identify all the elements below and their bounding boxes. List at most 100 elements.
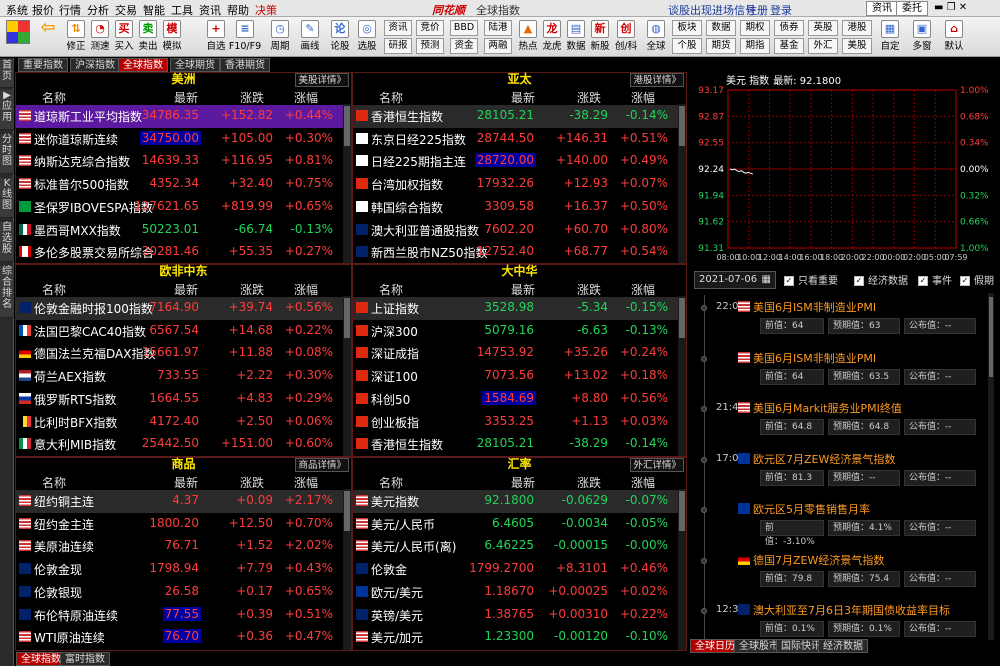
sb-options[interactable]: 期权 — [740, 20, 770, 36]
f10-button[interactable]: ≡ F10/F9 — [229, 18, 261, 56]
quote-row[interactable]: WTI原油连续 76.70 +0.36 +0.47% — [16, 626, 351, 649]
quote-row[interactable]: 美元/人民币 6.4605 -0.0034 -0.05% — [353, 513, 686, 536]
panel-scrollbar[interactable] — [343, 296, 351, 456]
quote-row[interactable]: 多伦多股票交易所综合 20281.46 +55.35 +0.27% — [16, 241, 351, 264]
quote-row[interactable]: 道琼斯工业平均指数 34786.35 +152.82 +0.44% — [16, 105, 351, 128]
quote-row[interactable]: 美元/加元 1.23300 -0.00120 -0.10% — [353, 626, 686, 649]
quote-row[interactable]: 伦敦金融时报100指数 7164.90 +39.74 +0.56% — [16, 297, 351, 320]
order-dropdown[interactable]: 委托 — [896, 1, 928, 16]
quote-row[interactable]: 创业板指 3353.25 +1.13 +0.03% — [353, 411, 686, 434]
signal-notice-link[interactable]: 谈股出现进场信号 — [668, 2, 756, 18]
quote-row[interactable]: 俄罗斯RTS指数 1664.55 +4.83 +0.29% — [16, 388, 351, 411]
quote-row[interactable]: 标准普尔500指数 4352.34 +32.40 +0.75% — [16, 173, 351, 196]
quote-row[interactable]: 美元/人民币(离) 6.46225 -0.00015 -0.00% — [353, 535, 686, 558]
sb-us-stocks[interactable]: 美股 — [842, 38, 872, 54]
simulate-button[interactable]: 模模拟 — [160, 18, 184, 56]
calendar-event[interactable]: 22:00 美国6月ISM非制造业PMI 前值：64 预期值：63 公布值：-- — [696, 299, 994, 343]
panel-scrollbar[interactable] — [343, 104, 351, 263]
window-controls[interactable]: ▬ ❐ ✕ — [934, 2, 967, 13]
quote-row[interactable]: 墨西哥MXX指数 50223.01 -66.74 -0.13% — [16, 219, 351, 242]
sb-funds[interactable]: 基金 — [774, 38, 804, 54]
quote-row[interactable]: 荷兰AEX指数 733.55 +2.22 +0.30% — [16, 365, 351, 388]
quote-row[interactable]: 比利时BFX指数 4172.40 +2.50 +0.06% — [16, 411, 351, 434]
menu-decision[interactable]: 决策 — [255, 2, 277, 18]
quote-row[interactable]: 东京日经225指数 28744.50 +146.31 +0.51% — [353, 128, 686, 151]
tab-global-index[interactable]: 全球指数 — [118, 58, 168, 72]
vtab-apps[interactable]: ▶ 应用 — [0, 90, 14, 130]
usd-index-chart[interactable]: 93.17 1.00% 92.87 0.68% 92.55 0.34% 92.24 0.00%… — [690, 72, 994, 264]
calendar-event[interactable]: 美国6月ISM非制造业PMI 前值：64 预期值：63.5 公布值：-- — [696, 350, 994, 394]
quote-row[interactable]: 香港恒生指数 28105.21 -38.29 -0.14% — [353, 105, 686, 128]
login-link[interactable]: 登录 — [770, 2, 792, 18]
quote-row[interactable]: 新西兰股市NZ50指数 12752.40 +68.77 +0.54% — [353, 241, 686, 264]
date-picker[interactable]: 2021-07-06 ▦ — [694, 271, 776, 289]
menu-analysis[interactable]: 分析 — [87, 2, 109, 18]
quote-row[interactable]: 澳大利亚普通股指数 7602.20 +60.70 +0.80% — [353, 219, 686, 242]
sb-bbd[interactable]: BBD — [450, 20, 478, 36]
sb-hk-connect[interactable]: 陆港 — [484, 20, 512, 36]
tab-global-futures[interactable]: 全球期货 — [170, 58, 220, 72]
quote-row[interactable]: 美元指数 92.1800 -0.0629 -0.07% — [353, 490, 686, 513]
quote-row[interactable]: 深证100 7073.56 +13.02 +0.18% — [353, 365, 686, 388]
sb-news[interactable]: 资讯 — [384, 20, 412, 36]
sb-forecast[interactable]: 预测 — [416, 38, 444, 54]
calendar-event[interactable]: 17:00 欧元区7月ZEW经济景气指数 前值：81.3 预期值：-- 公布值：… — [696, 451, 994, 495]
sb-hk-stocks[interactable]: 港股 — [842, 20, 872, 36]
menu-tools[interactable]: 工具 — [171, 2, 193, 18]
tab-econ-data[interactable]: 经济数据 — [818, 639, 868, 653]
quote-row[interactable]: 伦敦金现 1798.94 +7.79 +0.43% — [16, 558, 351, 581]
filter-econ-data[interactable]: ✓ 经济数据 — [854, 272, 908, 287]
back-button[interactable]: ⇦ — [36, 18, 60, 56]
quote-row[interactable]: 迷你道琼斯连续 34750.00 +105.00 +0.30% — [16, 128, 351, 151]
screener-button[interactable]: ◎ 选股 — [355, 18, 379, 56]
custom-button[interactable]: ▦ 自定 — [878, 18, 902, 56]
sb-uk-stocks[interactable]: 英股 — [808, 20, 838, 36]
menu-quote[interactable]: 报价 — [32, 2, 54, 18]
tab-hk-futures[interactable]: 香港期货 — [220, 58, 270, 72]
watchlist-button[interactable]: + 自选 — [204, 18, 228, 56]
panel-detail-link[interactable]: 港股详情》 — [630, 73, 684, 87]
filter-important[interactable]: ✓ 只看重要 — [784, 272, 838, 287]
calendar-event[interactable]: 欧元区5月零售销售月率 前值：-3.10% 预期值：4.1% 公布值：-- — [696, 501, 994, 547]
chinext-button[interactable]: 创创/科 — [614, 18, 638, 56]
panel-detail-link[interactable]: 外汇详情》 — [630, 458, 684, 472]
filter-events[interactable]: ✓ 事件 — [918, 272, 952, 287]
sb-index-futures[interactable]: 期指 — [740, 38, 770, 54]
calendar-event[interactable]: 德国7月ZEW经济景气指数 前值：79.8 预期值：75.4 公布值：-- — [696, 552, 994, 596]
quote-row[interactable]: 法国巴黎CAC40指数 6567.54 +14.68 +0.22% — [16, 320, 351, 343]
quote-row[interactable]: 欧元/美元 1.18670 +0.00025 +0.02% — [353, 581, 686, 604]
calendar-event[interactable]: 21:45 美国6月Markit服务业PMI终值 前值：64.8 预期值：64.… — [696, 400, 994, 444]
vtab-kline[interactable]: K线图 — [0, 178, 14, 218]
quote-row[interactable]: 圣保罗IBOVESPA指数 127621.65 +819.99 +0.65% — [16, 196, 351, 219]
panel-scrollbar[interactable] — [678, 489, 686, 650]
quote-row[interactable]: 纽约铜主连 4.37 +0.09 +2.17% — [16, 490, 351, 513]
calendar-scrollbar[interactable] — [988, 293, 994, 640]
menu-trade[interactable]: 交易 — [115, 2, 137, 18]
quote-row[interactable]: 意大利MIB指数 25442.50 +151.00 +0.60% — [16, 433, 351, 456]
panel-detail-link[interactable]: 商品详情》 — [295, 458, 349, 472]
vtab-watchlist[interactable]: 自选股 — [0, 222, 14, 262]
sb-bonds[interactable]: 债券 — [774, 20, 804, 36]
menu-help[interactable]: 帮助 — [227, 2, 249, 18]
quote-row[interactable]: 深证成指 14753.92 +35.26 +0.24% — [353, 342, 686, 365]
sb-forex[interactable]: 外汇 — [808, 38, 838, 54]
panel-scrollbar[interactable] — [678, 104, 686, 263]
sb-stock[interactable]: 个股 — [672, 38, 702, 54]
multiwindow-button[interactable]: ▣ 多窗 — [910, 18, 934, 56]
vtab-home[interactable]: 首页 — [0, 60, 14, 88]
quote-row[interactable]: 沪深300 5079.16 -6.63 -0.13% — [353, 320, 686, 343]
quote-row[interactable]: 台湾加权指数 17932.26 +12.93 +0.07% — [353, 173, 686, 196]
vtab-timeshare[interactable]: 分时图 — [0, 134, 14, 174]
sb-margin[interactable]: 两融 — [484, 38, 512, 54]
quote-row[interactable]: 德国法兰克福DAX指数 15661.97 +11.88 +0.08% — [16, 342, 351, 365]
quote-row[interactable]: 美原油连续 76.71 +1.52 +2.02% — [16, 535, 351, 558]
sb-futures[interactable]: 期货 — [706, 38, 736, 54]
menu-news[interactable]: 资讯 — [199, 2, 221, 18]
sb-research[interactable]: 研报 — [384, 38, 412, 54]
sb-capital[interactable]: 资金 — [450, 38, 478, 54]
quote-row[interactable]: 伦敦金 1799.2700 +8.3101 +0.46% — [353, 558, 686, 581]
quote-row[interactable]: 纳斯达克综合指数 14639.33 +116.95 +0.81% — [16, 150, 351, 173]
app-grid-icon[interactable] — [6, 20, 30, 44]
quote-row[interactable]: 日经225期指主连 28720.00 +140.00 +0.49% — [353, 150, 686, 173]
news-search-button[interactable]: 资讯 — [866, 1, 898, 16]
